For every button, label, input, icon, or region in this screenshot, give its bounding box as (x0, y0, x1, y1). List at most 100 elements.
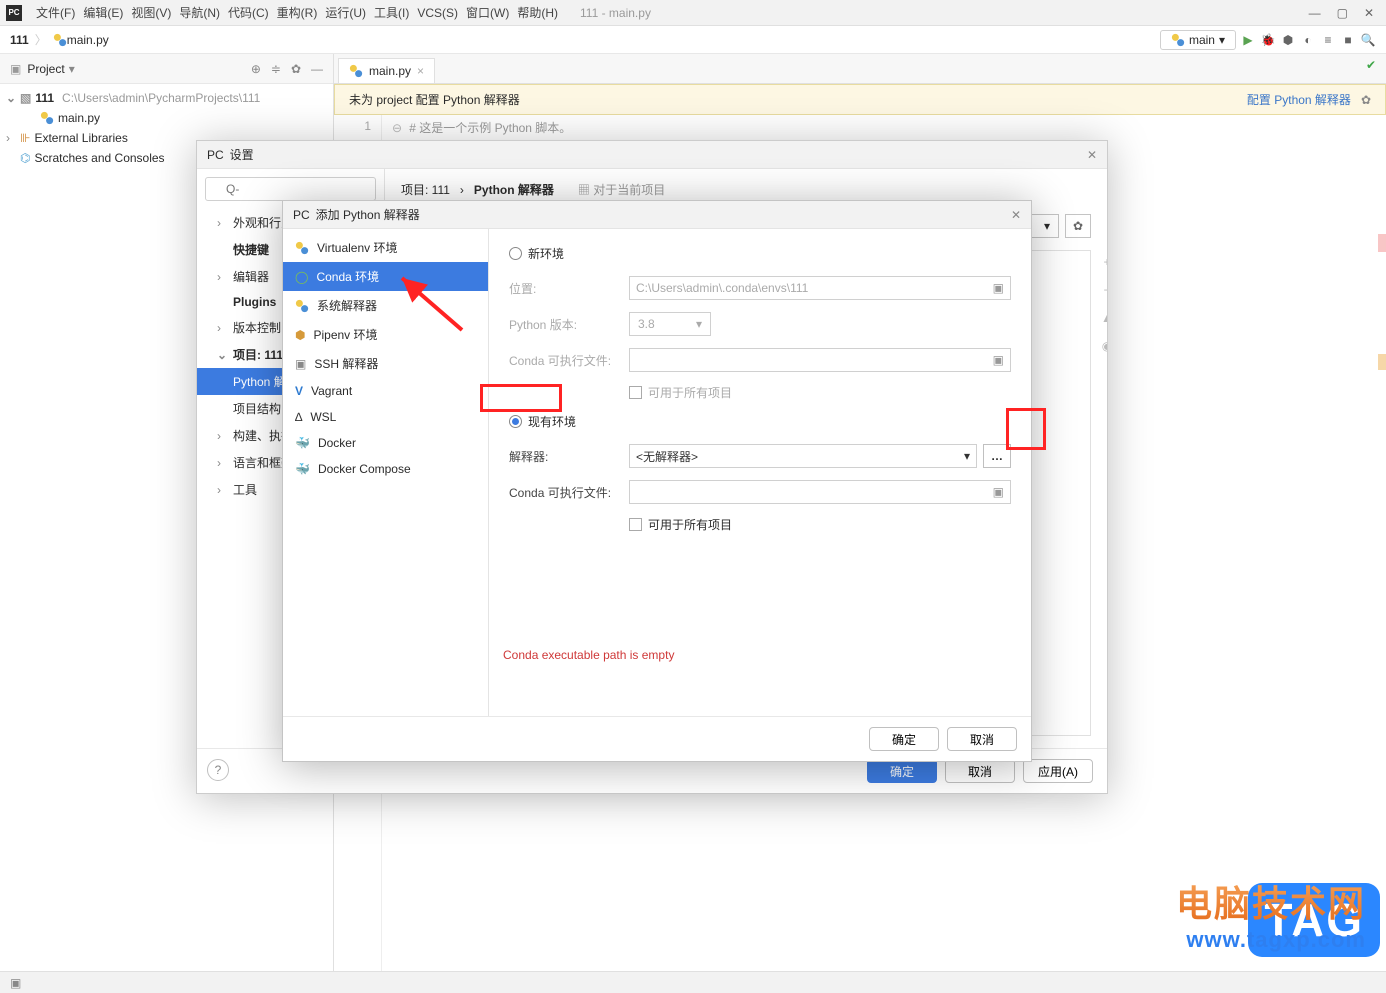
menu-item[interactable]: 重构(R) (273, 6, 322, 20)
env-docker-compose[interactable]: 🐳Docker Compose (283, 456, 488, 482)
env-system[interactable]: 系统解释器 (283, 291, 488, 320)
ok-button[interactable]: 确定 (869, 727, 939, 751)
menu-item[interactable]: 视图(V) (127, 6, 175, 20)
existing-env-radio[interactable]: 现有环境 (509, 413, 1011, 430)
breadcrumb-file[interactable]: main.py (67, 33, 109, 47)
warning-stripe (1378, 354, 1386, 370)
available-all-label: 可用于所有项目 (648, 516, 732, 533)
conda-exec-label: Conda 可执行文件: (509, 484, 629, 501)
search-icon[interactable]: 🔍 (1360, 32, 1376, 48)
breadcrumb-project[interactable]: 111 (10, 33, 29, 47)
project-panel-header: ▣ Project ▾ ⊕ ≑ ✿ — (0, 54, 333, 84)
stop-icon[interactable]: ■ (1340, 32, 1356, 48)
menu-item[interactable]: 代码(C) (224, 6, 273, 20)
status-icon[interactable]: ▣ (10, 976, 21, 990)
help-button[interactable]: ? (207, 759, 229, 781)
tree-file[interactable]: main.py (0, 108, 333, 128)
env-virtualenv[interactable]: Virtualenv 环境 (283, 233, 488, 262)
editor-tab[interactable]: main.py × (338, 58, 435, 83)
python-file-icon (349, 64, 363, 78)
folder-icon: ▣ (993, 353, 1004, 367)
chevron-down-icon: ▾ (1219, 33, 1225, 47)
cancel-button[interactable]: 取消 (945, 759, 1015, 783)
expand-all-icon[interactable]: ≑ (271, 62, 281, 76)
breadcrumb-project[interactable]: 项目: 111 (401, 181, 450, 198)
inspection-ok-icon[interactable]: ✔ (1366, 58, 1376, 72)
watermark-cn: 电脑技术网 (1176, 875, 1366, 927)
run-config-name: main (1189, 33, 1215, 47)
settings-icon[interactable]: ✿ (291, 62, 301, 76)
project-root[interactable]: ⌄ ▧ 111 C:\Users\admin\PycharmProjects\1… (0, 88, 333, 108)
location-label: 位置: (509, 280, 629, 297)
menu-item[interactable]: 运行(U) (321, 6, 370, 20)
debug-icon[interactable]: 🐞 (1260, 32, 1276, 48)
browse-interpreter-button[interactable]: … (983, 444, 1011, 468)
project-panel-title[interactable]: Project (27, 62, 64, 76)
breadcrumb-separator: 〉 (35, 31, 47, 48)
conda-exec-input-disabled: ▣ (629, 348, 1011, 372)
run-config-selector[interactable]: main ▾ (1160, 30, 1236, 50)
chevron-down-icon[interactable]: ▾ (69, 62, 75, 76)
run-icon[interactable]: ▶ (1240, 32, 1256, 48)
cancel-button[interactable]: 取消 (947, 727, 1017, 751)
close-tab-icon[interactable]: × (417, 64, 424, 78)
new-env-radio[interactable]: 新环境 (509, 245, 1011, 262)
interpreter-select[interactable]: <无解释器>▾ (629, 444, 977, 468)
project-root-path: C:\Users\admin\PycharmProjects\111 (62, 91, 260, 105)
env-wsl[interactable]: ∆WSL (283, 404, 488, 430)
env-ssh[interactable]: ▣SSH 解释器 (283, 349, 488, 378)
menu-item[interactable]: 编辑(E) (79, 6, 127, 20)
docker-icon: 🐳 (295, 436, 310, 450)
close-icon[interactable]: ✕ (1011, 208, 1021, 222)
gear-icon[interactable]: ✿ (1361, 93, 1371, 107)
configure-interpreter-link[interactable]: 配置 Python 解释器 (1247, 91, 1351, 108)
search-input[interactable] (205, 177, 376, 201)
app-icon: PC (293, 208, 310, 222)
minimize-icon[interactable]: — (1309, 6, 1321, 20)
menu-item[interactable]: 工具(I) (370, 6, 413, 20)
scroll-from-source-icon[interactable]: ⊕ (251, 62, 261, 76)
interpreter-settings-button[interactable]: ✿ (1065, 214, 1091, 238)
remove-package-button[interactable]: − (1096, 279, 1107, 301)
menu-item[interactable]: 窗口(W) (462, 6, 513, 20)
concurrency-icon[interactable]: ≡ (1320, 32, 1336, 48)
expander-icon[interactable]: › (6, 131, 16, 145)
apply-button[interactable]: 应用(A) (1023, 759, 1093, 783)
available-all-checkbox[interactable] (629, 518, 642, 531)
scratches-label: Scratches and Consoles (34, 151, 164, 165)
upgrade-package-button[interactable]: ▲ (1096, 307, 1107, 329)
show-early-button[interactable]: ◉ (1096, 335, 1107, 357)
expander-icon[interactable]: ⌄ (6, 91, 16, 105)
watermark: 电脑技术网 www.tagxp.com (1176, 875, 1366, 953)
folder-icon: ▣ (993, 281, 1004, 295)
hide-icon[interactable]: — (311, 62, 323, 76)
env-docker[interactable]: 🐳Docker (283, 430, 488, 456)
folder-icon[interactable]: ▣ (993, 485, 1004, 499)
project-root-name: 111 (35, 91, 54, 105)
close-icon[interactable]: ✕ (1364, 6, 1374, 20)
add-package-button[interactable]: + (1096, 251, 1107, 273)
menu-item[interactable]: 导航(N) (175, 6, 224, 20)
env-config-panel: 新环境 位置: C:\Users\admin\.conda\envs\111▣ … (489, 229, 1031, 716)
profile-icon[interactable]: ◐ (1300, 32, 1316, 48)
ok-button[interactable]: 确定 (867, 759, 937, 783)
close-icon[interactable]: ✕ (1087, 148, 1097, 162)
python-file-icon (53, 33, 67, 47)
interpreter-warning-banner: 未为 project 配置 Python 解释器 配置 Python 解释器 ✿ (334, 84, 1386, 115)
wsl-icon: ∆ (295, 410, 302, 424)
interpreter-label: 解释器: (509, 448, 629, 465)
conda-exec-input[interactable]: ▣ (629, 480, 1011, 504)
chevron-down-icon: ▾ (964, 449, 970, 463)
env-conda[interactable]: ◯Conda 环境 (283, 262, 488, 291)
radio-icon (509, 415, 522, 428)
menu-item[interactable]: 帮助(H) (513, 6, 562, 20)
window-controls: — ▢ ✕ (1309, 6, 1380, 20)
env-vagrant[interactable]: VVagrant (283, 378, 488, 404)
menu-item[interactable]: 文件(F) (32, 6, 79, 20)
maximize-icon[interactable]: ▢ (1337, 6, 1348, 20)
settings-search[interactable] (205, 177, 376, 201)
menu-item[interactable]: VCS(S) (413, 6, 462, 20)
coverage-icon[interactable]: ⬢ (1280, 32, 1296, 48)
external-libraries-label: External Libraries (34, 131, 127, 145)
env-pipenv[interactable]: ⬢Pipenv 环境 (283, 320, 488, 349)
